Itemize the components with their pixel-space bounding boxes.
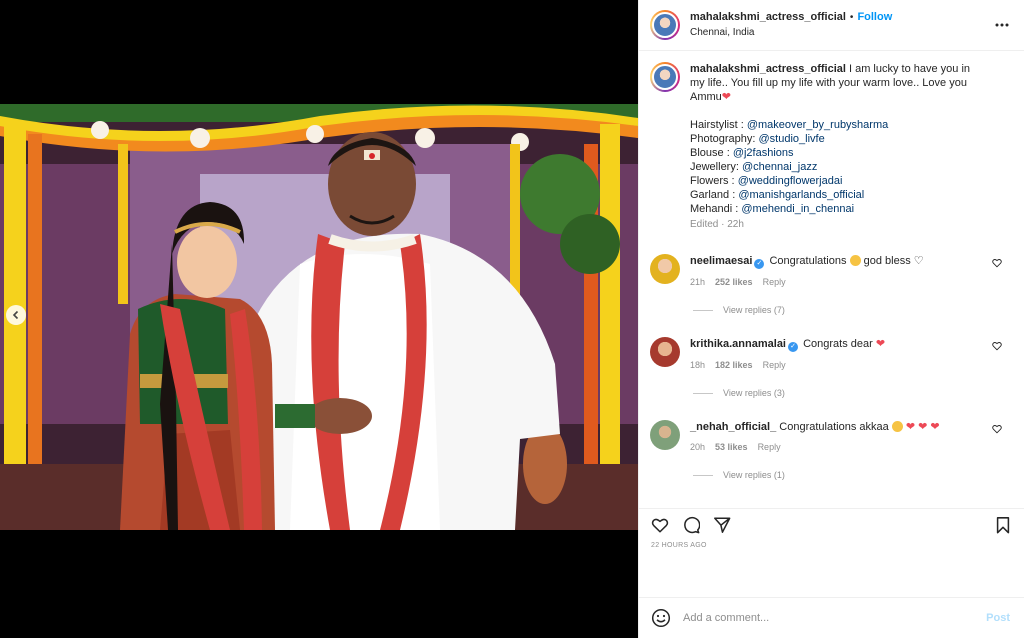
- comments-scroll-area[interactable]: mahalakshmi_actress_official I am lucky …: [639, 52, 1024, 508]
- like-comment-heart-icon[interactable]: [992, 341, 1002, 351]
- credit-label: Photography:: [690, 133, 759, 145]
- comment-input[interactable]: [683, 612, 963, 624]
- view-replies-line: [693, 309, 713, 311]
- mention-link[interactable]: @chennai_jazz: [742, 161, 817, 173]
- comment-username[interactable]: _nehah_official_: [690, 421, 776, 433]
- comment-time[interactable]: 18h: [690, 358, 705, 372]
- share-icon[interactable]: [713, 516, 731, 534]
- comment-likes[interactable]: 182 likes: [715, 358, 753, 372]
- credit-label: Jewellery:: [690, 161, 742, 173]
- post-header: mahalakshmi_actress_official • Follow Ch…: [639, 0, 1024, 51]
- credit-row: Jewellery: @chennai_jazz: [690, 160, 986, 174]
- credit-label: Blouse :: [690, 147, 733, 159]
- chevron-left-icon: [12, 310, 19, 320]
- credit-label: Hairstylist :: [690, 119, 747, 131]
- follow-button[interactable]: Follow: [857, 11, 892, 24]
- credit-row: Hairstylist : @makeover_by_rubysharma: [690, 118, 986, 132]
- mention-link[interactable]: @makeover_by_rubysharma: [747, 119, 888, 131]
- view-replies-label: View replies (3): [723, 388, 785, 398]
- verified-badge-icon: ✓: [754, 259, 765, 269]
- avatar[interactable]: [650, 10, 680, 40]
- mention-link[interactable]: @j2fashions: [733, 147, 794, 159]
- edited-timestamp: Edited · 22h: [690, 219, 744, 230]
- previous-media-button[interactable]: [6, 305, 26, 325]
- post-time-ago[interactable]: 22 HOURS AGO: [651, 542, 707, 549]
- avatar[interactable]: [650, 62, 680, 92]
- like-comment-heart-icon[interactable]: [992, 258, 1002, 268]
- comment-likes[interactable]: 53 likes: [715, 440, 748, 454]
- avatar[interactable]: [650, 254, 680, 284]
- credit-row: Garland : @manishgarlands_official: [690, 188, 986, 202]
- post-details-panel: mahalakshmi_actress_official • Follow Ch…: [638, 0, 1024, 638]
- clapping-emoji-icon: [849, 255, 861, 266]
- view-replies-label: View replies (1): [723, 470, 785, 480]
- mention-link[interactable]: @weddingflowerjadai: [738, 175, 843, 187]
- comment-username[interactable]: neelimaesai: [690, 255, 752, 267]
- comment-time[interactable]: 20h: [690, 440, 705, 454]
- post-photo[interactable]: [0, 104, 638, 530]
- bookmark-icon[interactable]: [994, 516, 1012, 534]
- caption-username[interactable]: mahalakshmi_actress_official: [690, 63, 846, 75]
- wedding-photo-illustration: [0, 104, 638, 530]
- comment-text: Congrats dear: [803, 338, 873, 350]
- credit-row: Blouse : @j2fashions: [690, 146, 986, 160]
- mention-link[interactable]: @mehendi_in_chennai: [741, 203, 854, 215]
- mention-link[interactable]: @studio_livfe: [759, 133, 825, 145]
- view-replies-line: [693, 392, 713, 394]
- credit-label: Flowers :: [690, 175, 738, 187]
- view-replies-label: View replies (7): [723, 305, 785, 315]
- separator-dot: •: [849, 12, 854, 23]
- comment-icon[interactable]: [682, 516, 700, 534]
- view-replies-line: [693, 474, 713, 476]
- heart-eyes-emoji-icon: [891, 421, 903, 432]
- comment-text: Congratulations akkaa: [779, 421, 889, 433]
- verified-badge-icon: ✓: [788, 342, 798, 352]
- more-options-icon[interactable]: [994, 18, 1010, 32]
- comment-text-extra: ❤: [875, 338, 886, 350]
- view-replies-button[interactable]: View replies (7): [693, 305, 1008, 315]
- add-comment-bar: Post: [639, 597, 1024, 638]
- mention-link[interactable]: @manishgarlands_official: [738, 189, 864, 201]
- avatar[interactable]: [650, 420, 680, 450]
- media-panel: [0, 0, 638, 638]
- credit-label: Garland :: [690, 189, 739, 201]
- comment-item: _nehah_official_ Congratulations akkaa ❤…: [650, 420, 1008, 454]
- like-comment-heart-icon[interactable]: [992, 424, 1002, 434]
- caption-heart-emoji: ❤: [721, 91, 731, 103]
- comment-text: Congratulations: [769, 255, 847, 267]
- comment-likes[interactable]: 252 likes: [715, 275, 753, 289]
- comment-text-extra: god bless ♡: [863, 255, 924, 267]
- avatar[interactable]: [650, 337, 680, 367]
- reply-button[interactable]: Reply: [763, 358, 786, 372]
- comment-time[interactable]: 21h: [690, 275, 705, 289]
- post-location[interactable]: Chennai, India: [690, 27, 892, 39]
- credit-row: Mehandi : @mehendi_in_chennai: [690, 202, 986, 216]
- comment-username[interactable]: krithika.annamalai: [690, 338, 786, 350]
- post-author-username[interactable]: mahalakshmi_actress_official: [690, 11, 846, 24]
- credit-row: Photography: @studio_livfe: [690, 132, 986, 146]
- reply-button[interactable]: Reply: [763, 275, 786, 289]
- view-replies-button[interactable]: View replies (3): [693, 388, 1008, 398]
- comment-text-extra: ❤ ❤ ❤: [905, 421, 940, 433]
- credit-label: Mehandi :: [690, 203, 742, 215]
- credit-row: Flowers : @weddingflowerjadai: [690, 174, 986, 188]
- comment-item: krithika.annamalai ✓ Congrats dear ❤ 18h …: [650, 337, 1008, 372]
- comment-item: neelimaesai ✓ Congratulations god bless ♡…: [650, 254, 1008, 289]
- instagram-post-modal: mahalakshmi_actress_official • Follow Ch…: [0, 0, 1024, 638]
- post-comment-button[interactable]: Post: [986, 612, 1010, 624]
- heart-icon[interactable]: [651, 516, 669, 534]
- view-replies-button[interactable]: View replies (1): [693, 470, 1008, 480]
- reply-button[interactable]: Reply: [758, 440, 781, 454]
- caption-credits: Hairstylist : @makeover_by_rubysharma Ph…: [690, 118, 986, 216]
- post-caption: mahalakshmi_actress_official I am lucky …: [650, 62, 1008, 232]
- smiley-icon[interactable]: [651, 608, 671, 628]
